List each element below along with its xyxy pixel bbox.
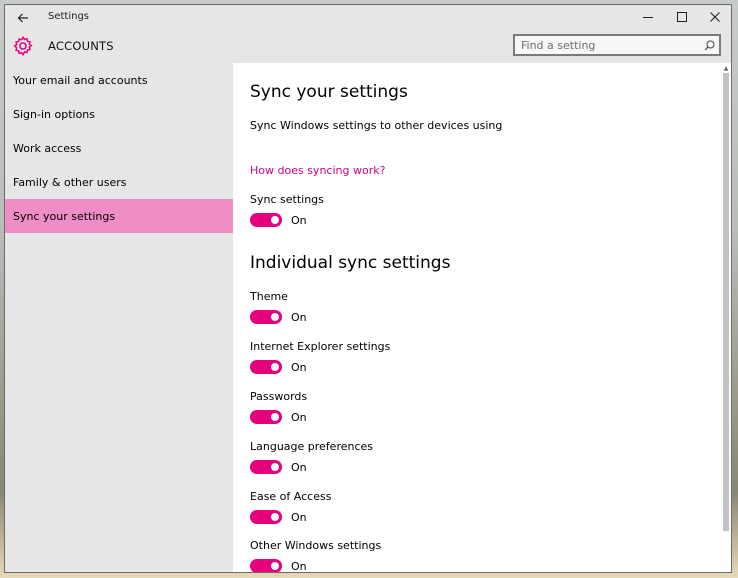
toggle-knob <box>271 413 279 421</box>
internet-explorer-label: Internet Explorer settings <box>250 340 391 353</box>
search-box[interactable] <box>513 34 721 56</box>
other-windows-settings-toggle-row: On <box>250 559 307 573</box>
minimize-icon <box>643 16 653 18</box>
toggle-knob <box>271 562 279 570</box>
toggle-state: On <box>291 310 307 324</box>
internet-explorer-toggle[interactable] <box>250 360 282 374</box>
toggle-state: On <box>291 213 307 227</box>
sidebar-item-sign-in-options[interactable]: Sign-in options <box>5 97 233 131</box>
toggle-state: On <box>291 460 307 474</box>
sidebar-item-label: Sync your settings <box>13 209 116 223</box>
settings-window: Settings ACCOUNTS Find a setting Your em… <box>4 4 732 573</box>
sidebar-item-sync-settings[interactable]: Sync your settings <box>5 199 233 233</box>
ease-of-access-toggle[interactable] <box>250 510 282 524</box>
scroll-thumb[interactable] <box>723 73 729 531</box>
ease-of-access-toggle-row: On <box>250 510 307 524</box>
passwords-label: Passwords <box>250 390 308 403</box>
sidebar-item-family-users[interactable]: Family & other users <box>5 165 233 199</box>
sidebar-item-email-accounts[interactable]: Your email and accounts <box>5 63 233 97</box>
sidebar: Your email and accounts Sign-in options … <box>5 63 233 572</box>
sync-settings-toggle-row: On <box>250 213 307 227</box>
language-preferences-toggle-row: On <box>250 460 307 474</box>
toggle-state: On <box>291 559 307 573</box>
close-button[interactable] <box>699 5 731 28</box>
other-windows-settings-label: Other Windows settings <box>250 539 382 552</box>
passwords-toggle[interactable] <box>250 410 282 424</box>
sidebar-item-label: Your email and accounts <box>13 73 148 87</box>
theme-label: Theme <box>250 290 288 303</box>
search-icon[interactable] <box>704 40 715 51</box>
page-title: ACCOUNTS <box>48 39 114 53</box>
toggle-knob <box>271 513 279 521</box>
sidebar-item-label: Sign-in options <box>13 107 96 121</box>
sync-help-link[interactable]: How does syncing work? <box>250 164 385 177</box>
app-header: ACCOUNTS <box>5 30 731 63</box>
toggle-state: On <box>291 410 307 424</box>
theme-toggle[interactable] <box>250 310 282 324</box>
close-icon <box>710 11 720 22</box>
toggle-knob <box>271 313 279 321</box>
toggle-knob <box>271 363 279 371</box>
toggle-knob <box>271 216 279 224</box>
minimize-button[interactable] <box>632 5 664 28</box>
sidebar-item-label: Work access <box>13 141 82 155</box>
scroll-up-arrow[interactable]: ▲ <box>723 63 729 73</box>
sidebar-item-label: Family & other users <box>13 175 127 189</box>
title-bar: Settings <box>5 5 731 30</box>
toggle-state: On <box>291 360 307 374</box>
toggle-state: On <box>291 510 307 524</box>
window-title: Settings <box>48 11 90 22</box>
vertical-scrollbar[interactable]: ▲ <box>723 63 729 572</box>
toggle-knob <box>271 463 279 471</box>
theme-toggle-row: On <box>250 310 307 324</box>
back-arrow-icon <box>17 13 28 23</box>
section-heading: Sync your settings <box>250 82 408 102</box>
sidebar-item-work-access[interactable]: Work access <box>5 131 233 165</box>
other-windows-settings-toggle[interactable] <box>250 559 282 572</box>
internet-explorer-toggle-row: On <box>250 360 307 374</box>
maximize-button[interactable] <box>666 5 698 28</box>
sync-description: Sync Windows settings to other devices u… <box>250 119 503 132</box>
sync-settings-label: Sync settings <box>250 193 324 206</box>
gear-icon <box>13 35 33 57</box>
individual-sync-heading: Individual sync settings <box>250 253 451 273</box>
ease-of-access-label: Ease of Access <box>250 490 332 503</box>
sync-settings-toggle[interactable] <box>250 213 282 227</box>
passwords-toggle-row: On <box>250 410 307 424</box>
language-preferences-toggle[interactable] <box>250 460 282 474</box>
main-content: Sync your settings Sync Windows settings… <box>233 63 731 572</box>
language-preferences-label: Language preferences <box>250 440 374 453</box>
maximize-icon <box>677 11 687 22</box>
search-input[interactable] <box>521 37 704 53</box>
back-button[interactable] <box>11 8 35 28</box>
